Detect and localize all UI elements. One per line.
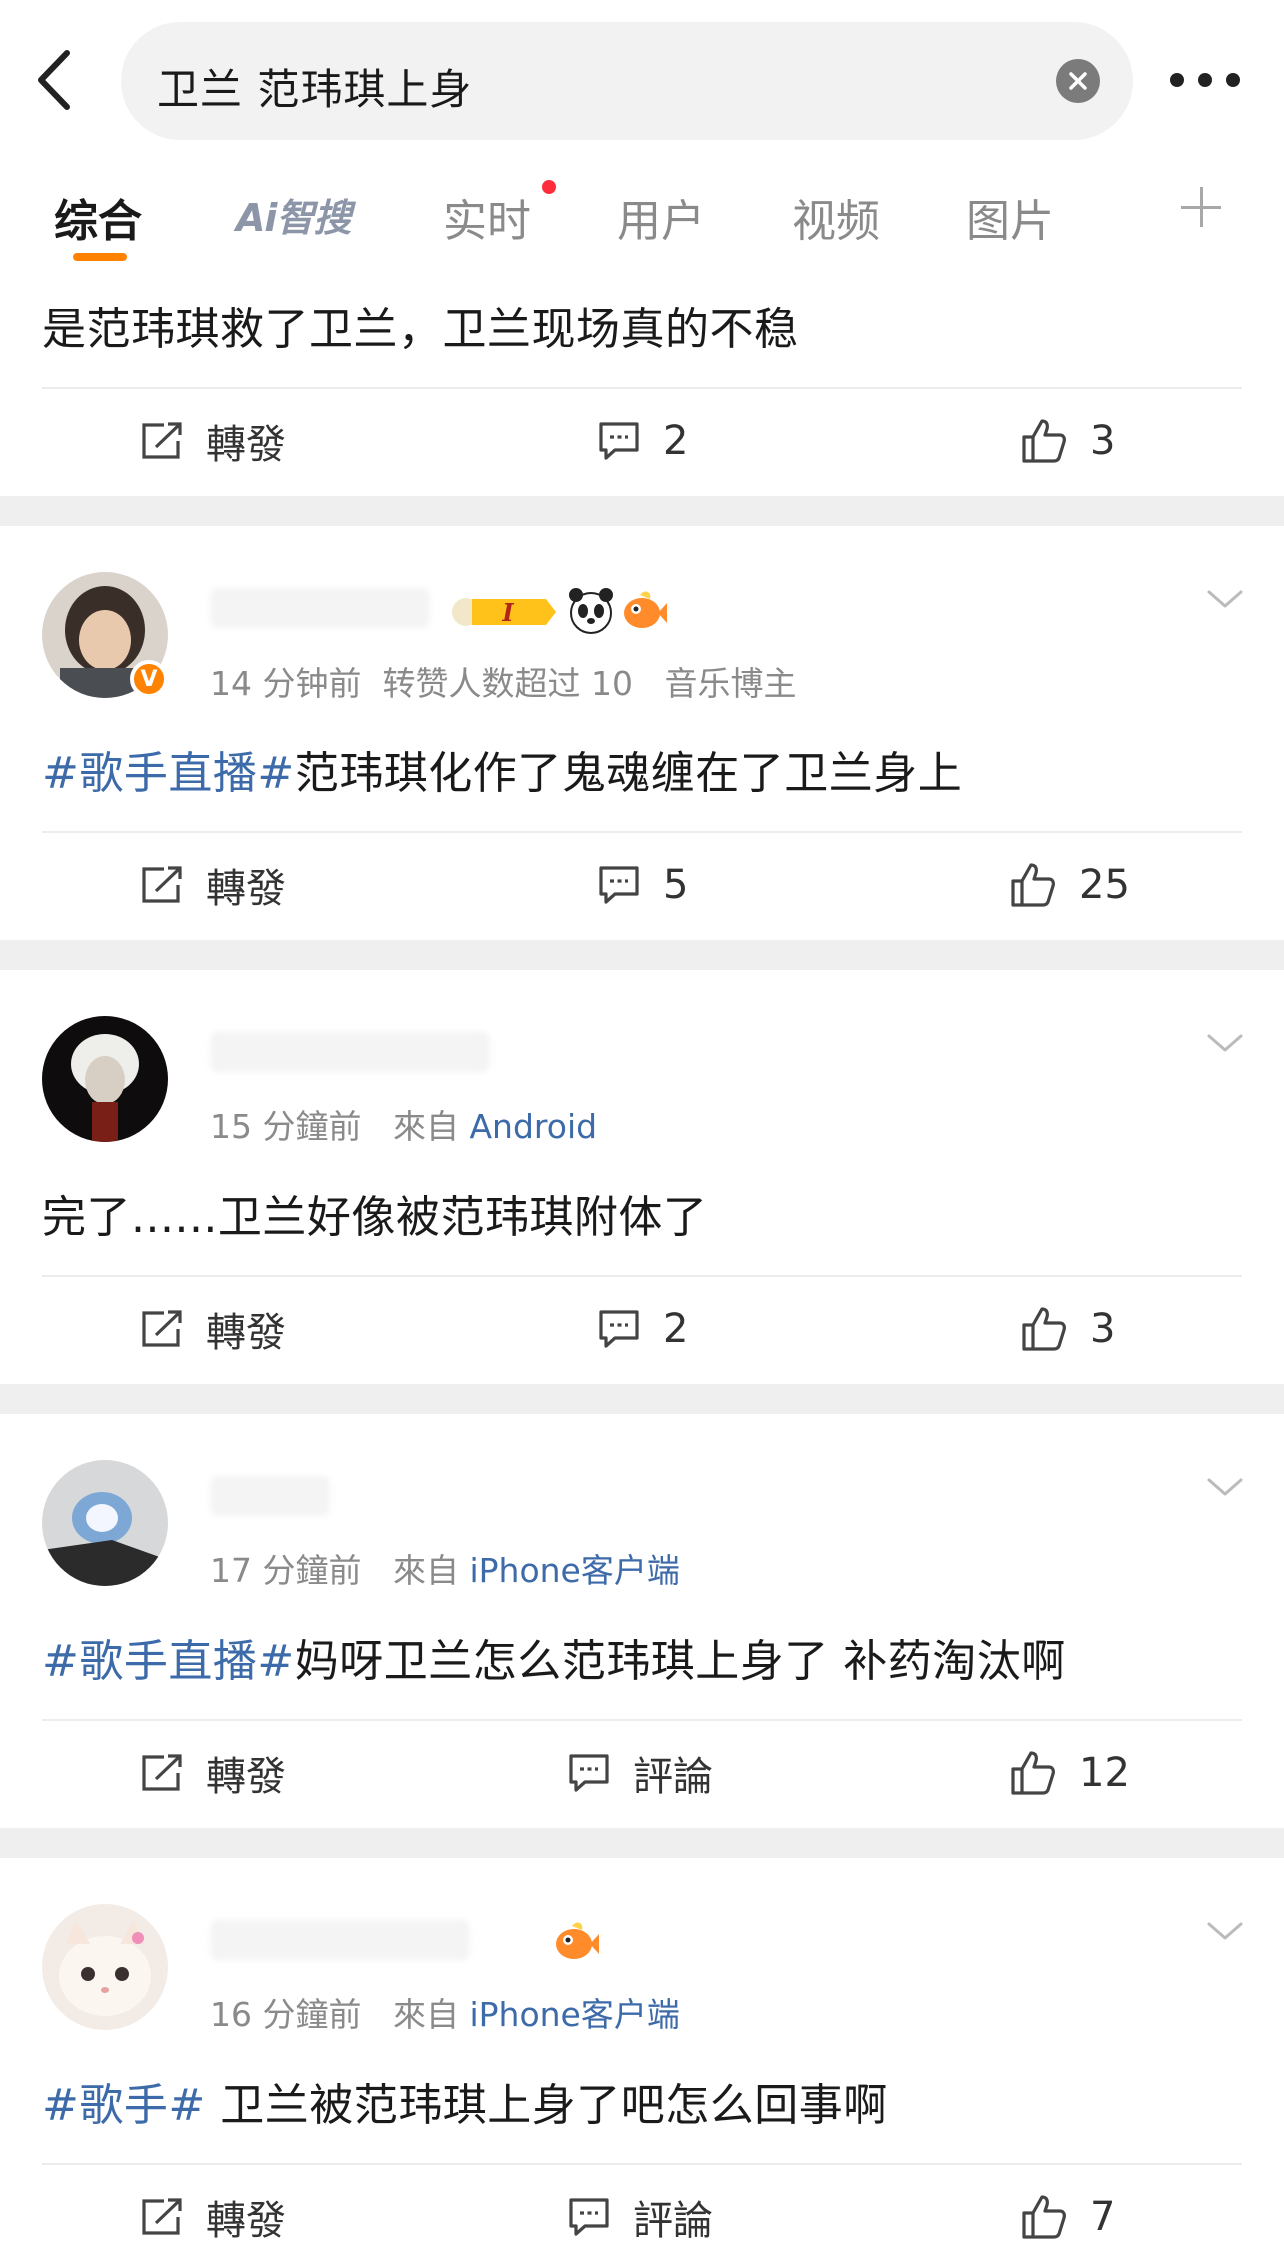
fish-icon (556, 1922, 599, 1959)
search-bar[interactable]: 卫兰 范玮琪上身 (121, 22, 1133, 140)
section-gap (0, 1384, 1284, 1414)
active-tab-indicator (73, 253, 127, 261)
repost-button[interactable]: 轉發 (140, 1720, 286, 1826)
like-button[interactable]: 3 (1020, 388, 1115, 494)
search-tabs: 综合 Ai智搜 实时 用户 视频 图片 (0, 165, 1284, 270)
dot-icon (1198, 73, 1212, 87)
repost-icon (142, 1754, 182, 1791)
search-input[interactable]: 卫兰 范玮琪上身 (157, 56, 472, 117)
top-bar: 卫兰 范玮琪上身 (0, 0, 1284, 165)
clear-search-button[interactable] (1056, 59, 1100, 103)
post-text: #歌手直播#范玮琪化作了鬼魂缠在了卫兰身上 (42, 748, 963, 799)
post-text: #歌手# 卫兰被范玮琪上身了吧怎么回事啊 (42, 2080, 888, 2131)
back-button[interactable] (28, 45, 78, 115)
post-text: 完了......卫兰好像被范玮琪附体了 (42, 1192, 708, 1243)
post-actions: 轉發 評論 12 (0, 1720, 1284, 1826)
tab-images[interactable]: 图片 (966, 185, 1054, 249)
repost-icon (142, 866, 182, 903)
section-gap (0, 1828, 1284, 1858)
post-meta: 15 分鐘前 來自 Android (210, 1107, 598, 1146)
tab-realtime[interactable]: 实时 (443, 185, 531, 249)
thumbs-up-icon (1011, 1751, 1055, 1795)
username-blurred[interactable] (210, 588, 430, 628)
repost-button[interactable]: 轉發 (140, 2164, 286, 2268)
repost-icon (142, 2198, 182, 2235)
like-button[interactable]: 7 (1020, 2164, 1115, 2268)
post-text: #歌手直播#妈呀卫兰怎么范玮琪上身了 补药淘汰啊 (42, 1636, 1066, 1687)
post-meta: 17 分鐘前 來自 iPhone客户端 (210, 1551, 680, 1590)
add-tab-button[interactable] (1181, 187, 1221, 227)
post-meta: 16 分鐘前 來自 iPhone客户端 (210, 1995, 680, 2034)
repost-icon (142, 1310, 182, 1347)
username-blurred[interactable] (210, 1032, 490, 1072)
comment-button[interactable]: 評論 (567, 2164, 713, 2268)
section-gap (0, 940, 1284, 970)
post-source: iPhone客户端 (469, 1995, 680, 2034)
panda-icon (569, 588, 613, 634)
post-text: 是范玮琪救了卫兰，卫兰现场真的不稳 (42, 304, 799, 355)
like-button[interactable]: 12 (1009, 1720, 1130, 1826)
repost-button[interactable]: 轉發 (140, 1276, 286, 1382)
tab-ai-search[interactable]: Ai智搜 (236, 187, 351, 242)
hashtag-link[interactable]: #歌手直播# (42, 748, 295, 799)
repost-button[interactable]: 轉發 (140, 388, 286, 494)
comment-button[interactable]: 評論 (567, 1720, 713, 1826)
repost-icon (142, 422, 182, 459)
chevron-down-icon[interactable] (1205, 1472, 1245, 1502)
section-gap (0, 496, 1284, 526)
repost-button[interactable]: 轉發 (140, 832, 286, 938)
dot-icon (1170, 73, 1184, 87)
comment-button[interactable]: 2 (597, 1276, 688, 1382)
post-actions: 轉發 5 25 (0, 832, 1284, 938)
post-source: Android (469, 1107, 598, 1146)
new-content-dot (542, 180, 556, 194)
like-button[interactable]: 3 (1020, 1276, 1115, 1382)
comment-button[interactable]: 2 (597, 388, 688, 494)
avatar[interactable] (42, 1016, 168, 1142)
thumbs-up-icon (1022, 2195, 1066, 2239)
avatar[interactable] (42, 1904, 168, 2030)
chevron-down-icon[interactable] (1205, 1916, 1245, 1946)
tab-users[interactable]: 用户 (617, 185, 705, 249)
post-meta: 14 分钟前 转赞人数超过 10 音乐博主 (210, 664, 797, 703)
tab-videos[interactable]: 视频 (792, 185, 880, 249)
verified-badge-icon: V (130, 660, 168, 698)
post-actions: 轉發 2 3 (0, 388, 1284, 494)
thumbs-up-icon (1011, 863, 1055, 907)
fish-icon (624, 591, 667, 628)
username-blurred[interactable] (210, 1476, 330, 1516)
level-badge-icon: I (452, 598, 556, 627)
comment-icon (599, 422, 639, 460)
dot-icon (1226, 73, 1240, 87)
thumbs-up-icon (1022, 1307, 1066, 1351)
thumbs-up-icon (1022, 419, 1066, 463)
username-blurred[interactable] (210, 1920, 470, 1960)
tab-comprehensive[interactable]: 综合 (54, 185, 142, 249)
back-arrow-icon (38, 50, 70, 110)
chevron-down-icon[interactable] (1205, 584, 1245, 614)
chevron-down-icon[interactable] (1205, 1028, 1245, 1058)
comment-icon (599, 1310, 639, 1348)
comment-icon (569, 2198, 609, 2236)
comment-icon (599, 866, 639, 904)
post-source: iPhone客户端 (469, 1551, 680, 1590)
post-actions: 轉發 2 3 (0, 1276, 1284, 1382)
svg-text:I: I (501, 598, 514, 627)
comment-icon (569, 1754, 609, 1792)
hashtag-link[interactable]: #歌手# (42, 2080, 206, 2131)
avatar[interactable] (42, 1460, 168, 1586)
like-button[interactable]: 25 (1009, 832, 1130, 938)
close-icon (1069, 72, 1087, 90)
more-options-button[interactable] (1170, 70, 1240, 90)
post-actions: 轉發 評論 7 (0, 2164, 1284, 2268)
hashtag-link[interactable]: #歌手直播# (42, 1636, 295, 1687)
comment-button[interactable]: 5 (597, 832, 688, 938)
